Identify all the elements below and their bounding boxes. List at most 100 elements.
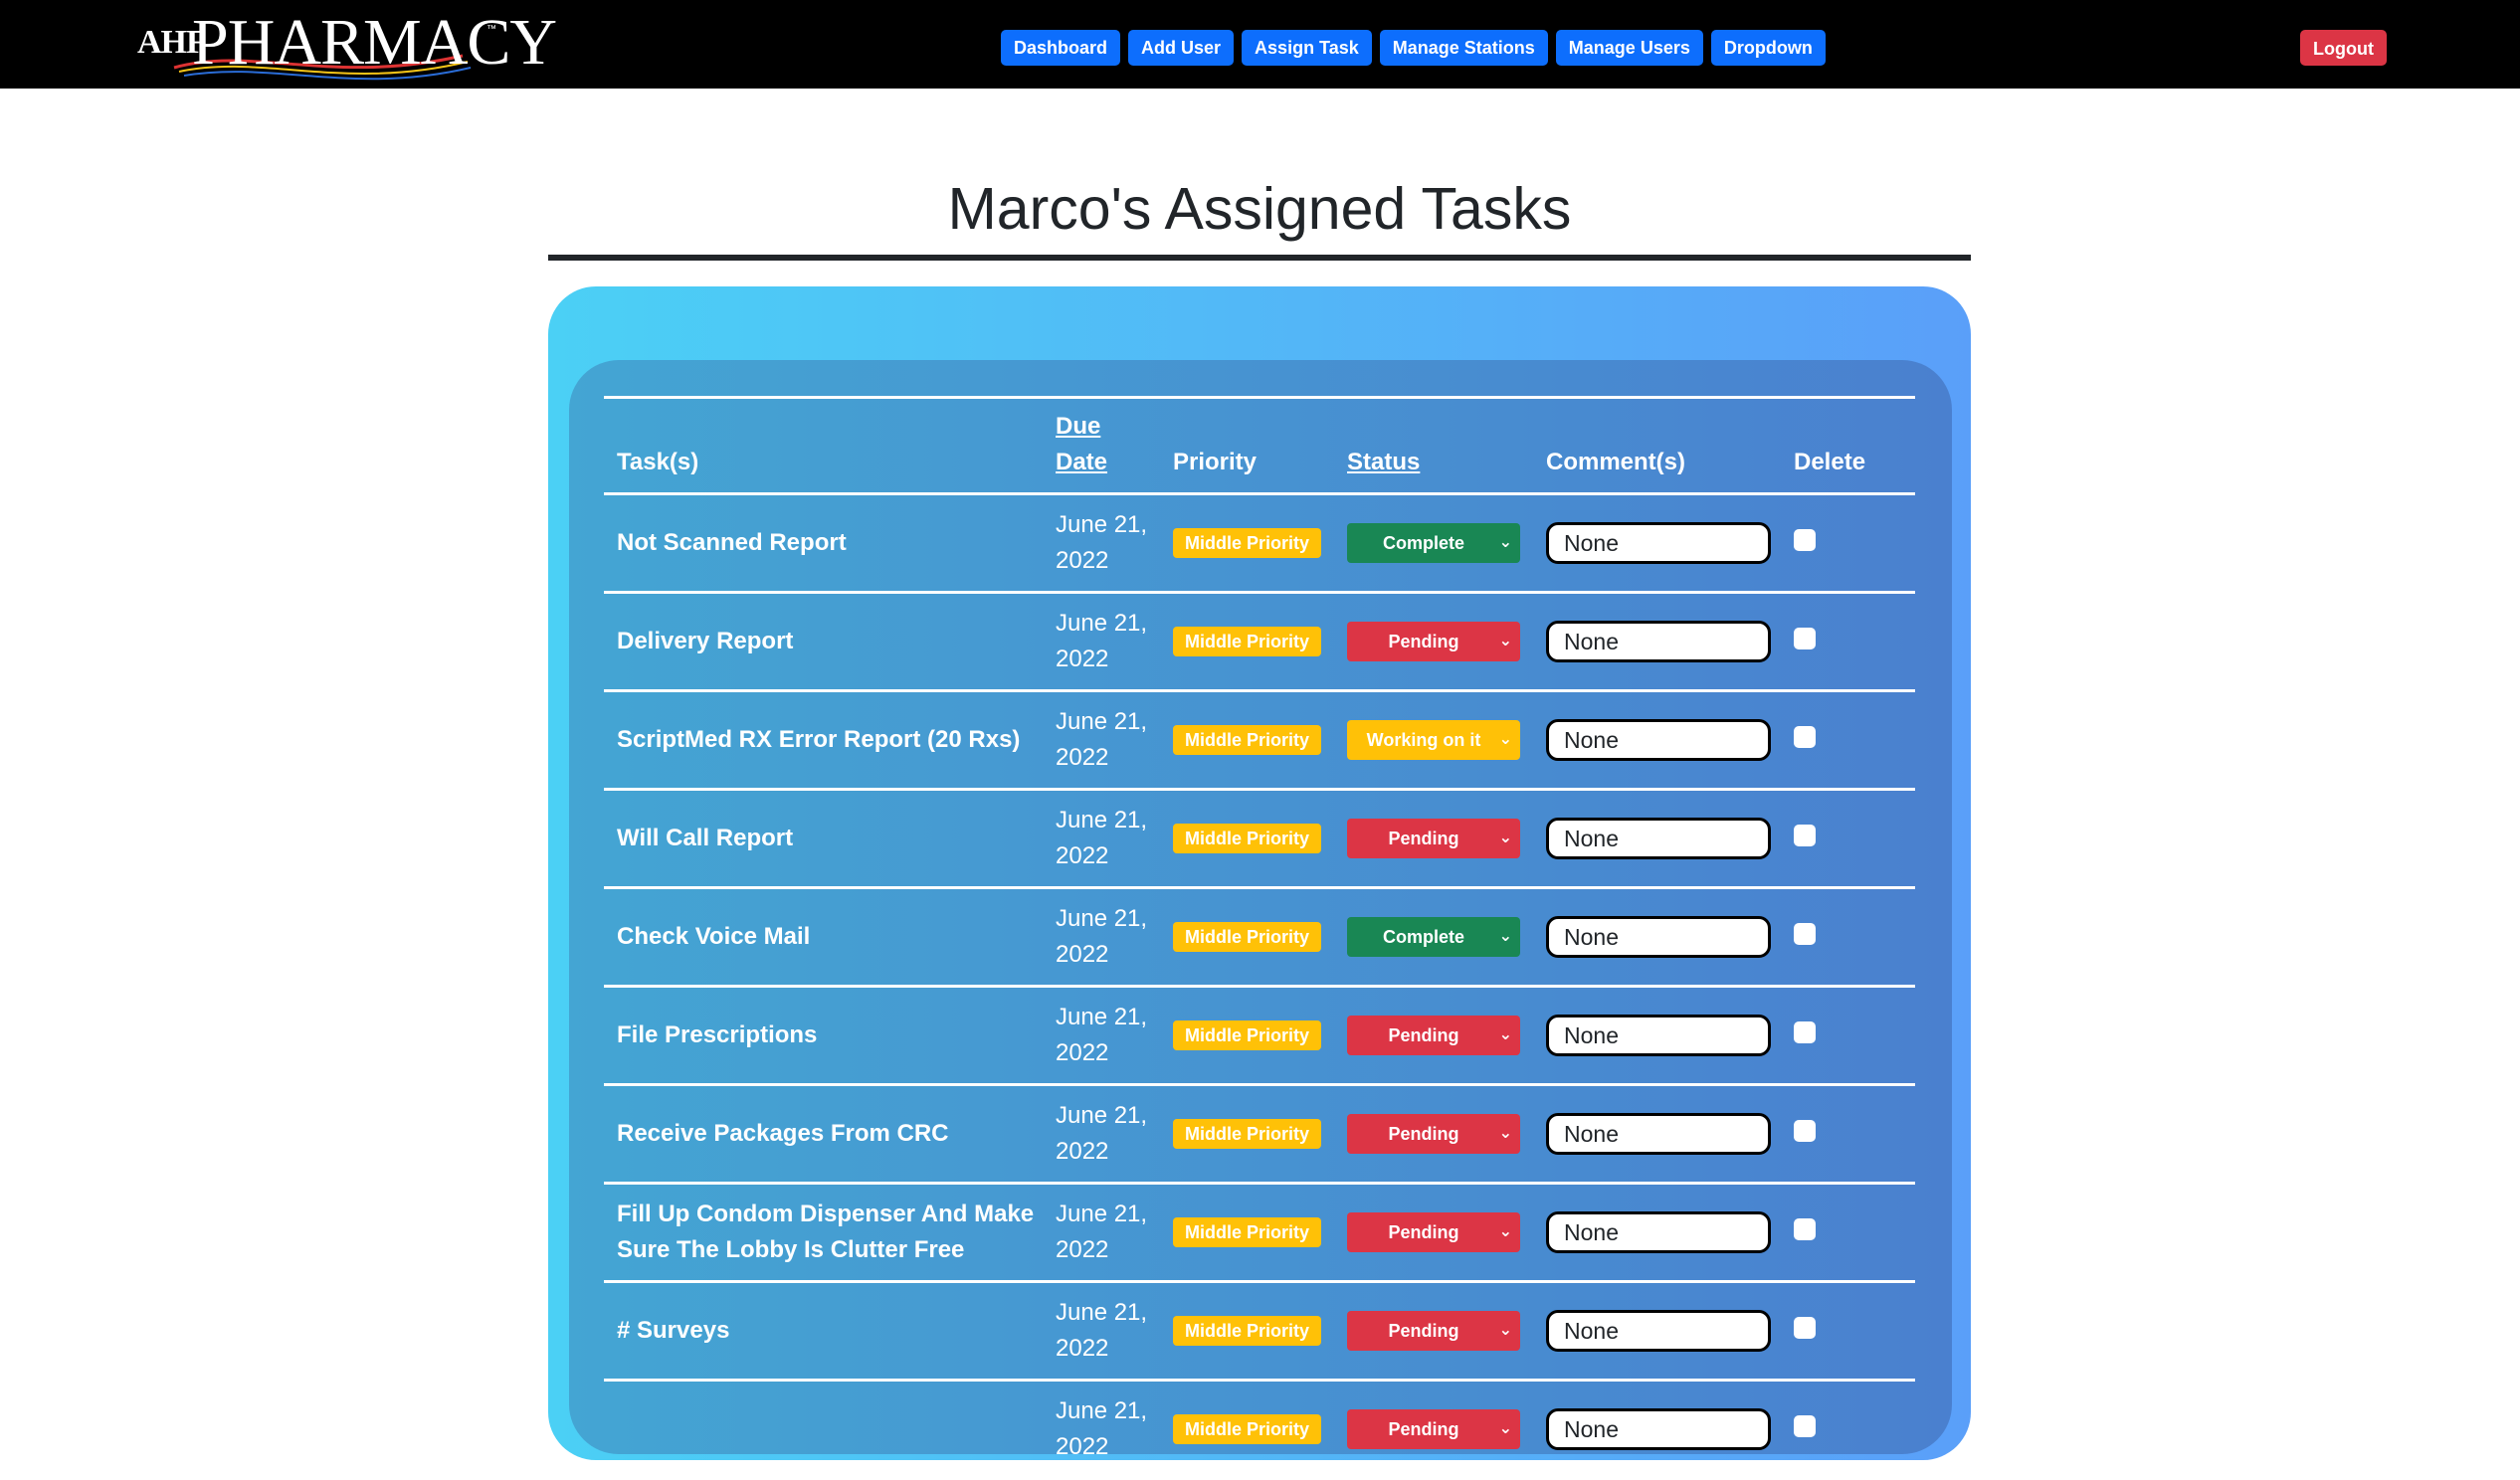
header-delete: Delete <box>1794 449 1866 475</box>
status-select[interactable]: Pending ⌄ <box>1347 1409 1520 1449</box>
delete-checkbox[interactable] <box>1794 1020 1816 1043</box>
table-row: June 21, 2022 Middle Priority Pending ⌄ <box>604 1381 1915 1479</box>
priority-cell: Middle Priority <box>1160 987 1334 1085</box>
ahf-pharmacy-logo[interactable]: AHF PHARMACY ™ <box>134 6 557 84</box>
status-select[interactable]: Complete ⌄ <box>1347 523 1520 563</box>
comment-input[interactable] <box>1546 1408 1771 1450</box>
delete-cell <box>1781 1184 1915 1282</box>
status-value: Pending <box>1388 1321 1459 1341</box>
chevron-down-icon: ⌄ <box>1498 1125 1512 1142</box>
nav-dropdown-button[interactable]: Dropdown <box>1710 30 1826 66</box>
delete-checkbox[interactable] <box>1794 922 1816 945</box>
task-name: Fill Up Condom Dispenser And Make Sure T… <box>617 1201 1035 1263</box>
task-name: Check Voice Mail <box>617 923 811 950</box>
status-cell: Working on it ⌄ <box>1334 691 1533 790</box>
delete-cell <box>1781 1085 1915 1184</box>
top-navbar: AHF PHARMACY ™ Dashboard Add User Assign… <box>0 0 2520 89</box>
due-date-line1: June 21, <box>1056 1102 1148 1129</box>
priority-cell: Middle Priority <box>1160 494 1334 593</box>
status-value: Pending <box>1388 1025 1459 1045</box>
status-select[interactable]: Pending ⌄ <box>1347 1016 1520 1055</box>
due-date-line1: June 21, <box>1056 1299 1148 1326</box>
delete-checkbox[interactable] <box>1794 725 1816 748</box>
comment-input[interactable] <box>1546 916 1771 958</box>
comment-cell <box>1533 790 1781 888</box>
due-date-line2: 2022 <box>1056 1236 1109 1263</box>
chevron-down-icon: ⌄ <box>1498 928 1512 945</box>
comment-input[interactable] <box>1546 719 1771 761</box>
status-value: Complete <box>1382 533 1464 553</box>
status-select[interactable]: Pending ⌄ <box>1347 1311 1520 1351</box>
delete-checkbox[interactable] <box>1794 528 1816 551</box>
table-row: Will Call Report June 21, 2022 Middle Pri… <box>604 790 1915 888</box>
header-due-line1[interactable]: Due <box>1056 413 1100 440</box>
comment-input[interactable] <box>1546 818 1771 859</box>
logo-pharmacy-text: PHARMACY <box>192 6 557 79</box>
nav-dashboard-button[interactable]: Dashboard <box>1001 30 1121 66</box>
priority-cell: Middle Priority <box>1160 1085 1334 1184</box>
due-date-line1: June 21, <box>1056 511 1148 538</box>
comment-cell <box>1533 593 1781 691</box>
nav-manage-users-button[interactable]: Manage Users <box>1555 30 1703 66</box>
delete-cell <box>1781 691 1915 790</box>
comment-input[interactable] <box>1546 1113 1771 1155</box>
logout-button[interactable]: Logout <box>2300 30 2387 66</box>
status-value: Pending <box>1388 1222 1459 1242</box>
header-status-label[interactable]: Status <box>1347 449 1420 475</box>
due-date: June 21, 2022 <box>1043 494 1160 593</box>
comment-input[interactable] <box>1546 621 1771 662</box>
delete-checkbox[interactable] <box>1794 1119 1816 1142</box>
header-status[interactable]: Status <box>1334 398 1533 494</box>
comment-input[interactable] <box>1546 1015 1771 1056</box>
tasks-table: Task(s) Due Date Priority Status Comment… <box>604 396 1915 1480</box>
delete-checkbox[interactable] <box>1794 824 1816 846</box>
nav-manage-stations-button[interactable]: Manage Stations <box>1379 30 1548 66</box>
nav-add-user-button[interactable]: Add User <box>1128 30 1235 66</box>
due-date-line2: 2022 <box>1056 744 1109 771</box>
status-select[interactable]: Working on it ⌄ <box>1347 720 1520 760</box>
table-row: Check Voice Mail June 21, 2022 Middle Pri… <box>604 888 1915 987</box>
delete-checkbox[interactable] <box>1794 627 1816 649</box>
due-date: June 21, 2022 <box>1043 1184 1160 1282</box>
status-select[interactable]: Complete ⌄ <box>1347 917 1520 957</box>
status-value: Pending <box>1388 1419 1459 1439</box>
delete-cell <box>1781 888 1915 987</box>
nav-assign-task-button[interactable]: Assign Task <box>1242 30 1372 66</box>
table-row: Receive Packages From CRC June 21, 2022 M… <box>604 1085 1915 1184</box>
status-select[interactable]: Pending ⌄ <box>1347 1212 1520 1252</box>
status-value: Pending <box>1388 1124 1459 1144</box>
status-select[interactable]: Pending ⌄ <box>1347 819 1520 858</box>
due-date: June 21, 2022 <box>1043 1085 1160 1184</box>
table-row: # Surveys June 21, 2022 Middle Priority P… <box>604 1282 1915 1381</box>
page-title: Marco's Assigned Tasks <box>947 176 1572 242</box>
status-cell: Complete ⌄ <box>1334 494 1533 593</box>
comment-cell <box>1533 1381 1781 1479</box>
header-due-line2[interactable]: Date <box>1056 449 1107 475</box>
status-select[interactable]: Pending ⌄ <box>1347 622 1520 661</box>
due-date-line2: 2022 <box>1056 1138 1109 1165</box>
due-date-line2: 2022 <box>1056 547 1109 574</box>
header-due-date[interactable]: Due Date <box>1043 398 1160 494</box>
due-date: June 21, 2022 <box>1043 593 1160 691</box>
priority-badge: Middle Priority <box>1173 1119 1322 1149</box>
delete-checkbox[interactable] <box>1794 1316 1816 1339</box>
chevron-down-icon: ⌄ <box>1498 830 1512 846</box>
header-comments: Comment(s) <box>1546 449 1686 475</box>
status-select[interactable]: Pending ⌄ <box>1347 1114 1520 1154</box>
task-name: Receive Packages From CRC <box>617 1120 949 1147</box>
delete-checkbox[interactable] <box>1794 1414 1816 1437</box>
delete-cell <box>1781 593 1915 691</box>
header-priority: Priority <box>1173 449 1258 475</box>
due-date: June 21, 2022 <box>1043 888 1160 987</box>
due-date-line1: June 21, <box>1056 807 1148 833</box>
priority-cell: Middle Priority <box>1160 1184 1334 1282</box>
main-nav: Dashboard Add User Assign Task Manage St… <box>1001 30 1826 66</box>
comment-input[interactable] <box>1546 1310 1771 1352</box>
due-date-line1: June 21, <box>1056 610 1148 637</box>
status-cell: Pending ⌄ <box>1334 1282 1533 1381</box>
delete-checkbox[interactable] <box>1794 1217 1816 1240</box>
comment-input[interactable] <box>1546 1211 1771 1253</box>
delete-cell <box>1781 987 1915 1085</box>
comment-input[interactable] <box>1546 522 1771 564</box>
delete-cell <box>1781 1381 1915 1479</box>
